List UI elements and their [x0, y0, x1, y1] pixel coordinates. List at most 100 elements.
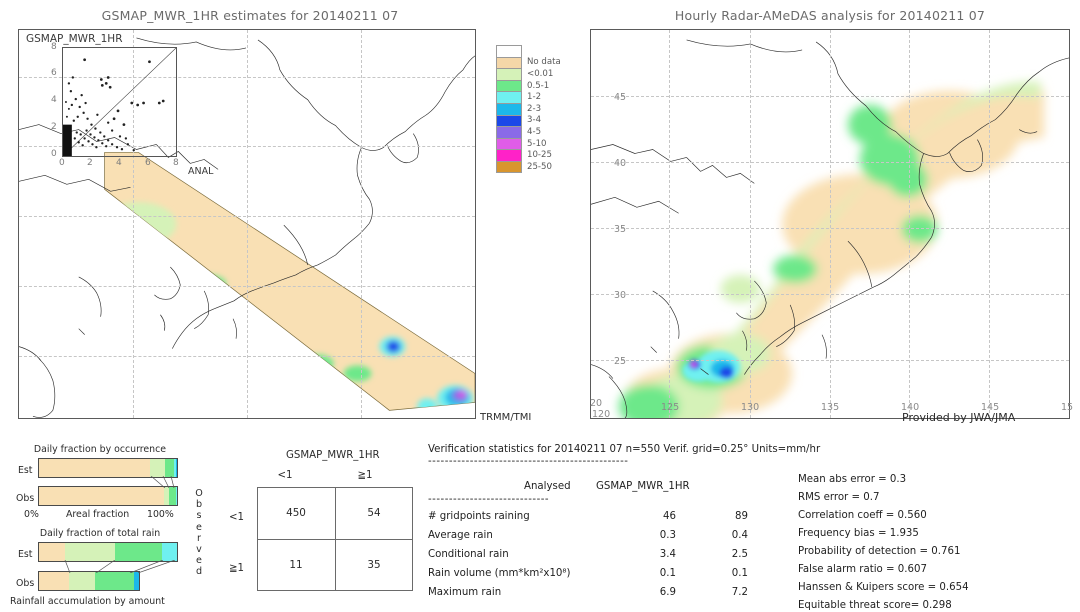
occurrence-axis-label: Areal fraction	[66, 509, 130, 520]
stats-score-6: Hanssen & Kuipers score = 0.654	[798, 582, 969, 593]
bar-segment	[134, 572, 139, 590]
colorbar-band: 1-2	[496, 91, 561, 103]
colorbar-swatch	[496, 91, 522, 103]
contingency-row-header-lt1: <1	[229, 512, 245, 523]
stats-score-0: Mean abs error = 0.3	[798, 474, 907, 485]
contingency-col-header-lt1: <1	[277, 470, 293, 481]
colorbar-label: 5-10	[527, 138, 547, 149]
stats-col-header-model: GSMAP_MWR_1HR	[596, 481, 690, 492]
observed-label-char: r	[197, 532, 201, 544]
inset-x-tick-0: 0	[59, 158, 65, 168]
colorbar-band	[496, 45, 561, 57]
occurrence-axis-min: 0%	[24, 509, 39, 520]
stats-row-model-4: 7.2	[731, 587, 748, 598]
right-grid-line	[591, 293, 1069, 295]
colorbar-swatch	[496, 137, 522, 150]
left-grid-line	[247, 30, 248, 418]
inset-y-tick-4: 4	[51, 95, 57, 105]
colorbar-band: 4-5	[496, 126, 561, 138]
stats-header: Verification statistics for 20140211 07 …	[428, 444, 821, 455]
colorbar-band: <0.01	[496, 68, 561, 80]
bar-segment	[114, 543, 162, 561]
colorbar-band: 0.5-1	[496, 79, 561, 92]
stats-row-analysed-1: 0.3	[659, 530, 676, 541]
bar-segment	[164, 459, 175, 477]
totalrain-row-label-obs: Obs	[16, 578, 35, 589]
contingency-table-title: GSMAP_MWR_1HR	[286, 450, 380, 461]
colorbar-band: 10-25	[496, 149, 561, 161]
colorbar-label: 1-2	[527, 92, 542, 103]
totalrain-row-label-est: Est	[18, 549, 33, 560]
contingency-cell-false-alarm: 54	[367, 507, 381, 519]
totalrain-chart-title: Daily fraction of total rain	[39, 528, 161, 539]
observed-label-char: v	[196, 544, 202, 556]
colorbar-label: 2-3	[527, 103, 542, 114]
bar-segment	[176, 459, 177, 477]
right-grid-line	[591, 161, 1069, 163]
contingency-row-header-ge1: ≧1	[229, 563, 245, 574]
right-lat-tick-40: 40	[614, 158, 627, 169]
colorbar-swatch	[496, 102, 522, 115]
colorbar-label: <0.01	[527, 68, 554, 79]
bar-segment	[65, 543, 115, 561]
inset-y-tick-6: 6	[51, 68, 57, 78]
contingency-cell-hit-miss: 450	[286, 507, 306, 519]
stats-row-label-3: Rain volume (mm*km²x10⁸)	[428, 568, 571, 579]
stats-row-analysed-2: 3.4	[659, 549, 676, 560]
bar-segment	[175, 487, 177, 505]
occurrence-bar-est	[38, 458, 178, 478]
right-grid-line	[591, 359, 1069, 361]
occurrence-axis-max: 100%	[147, 509, 174, 520]
occurrence-chart-title: Daily fraction by occurrence	[33, 444, 167, 455]
right-lat-tick-20: 20	[590, 398, 603, 409]
left-grid-line	[19, 286, 475, 288]
inset-plot-title: GSMAP_MWR_1HR	[26, 33, 123, 45]
left-panel-title: GSMAP_MWR_1HR estimates for 20140211 07	[101, 8, 399, 23]
stats-divider-sub: -----------------------------	[428, 494, 550, 505]
observed-label-char: O	[195, 488, 203, 499]
contingency-cell-miss: 11	[289, 559, 303, 571]
stats-row-analysed-4: 6.9	[659, 587, 676, 598]
inset-y-tick-8: 8	[51, 42, 57, 52]
occurrence-bar-obs	[38, 486, 178, 506]
colorbar-swatch	[496, 126, 522, 138]
colorbar-band: No data	[496, 56, 561, 69]
stats-score-4: Probability of detection = 0.761	[798, 546, 961, 557]
contingency-observed-label: Observed	[193, 488, 205, 578]
stats-score-2: Correlation coeff = 0.560	[798, 510, 927, 521]
left-grid-line	[361, 30, 362, 418]
totalrain-bar-obs	[38, 571, 140, 591]
stats-row-model-3: 0.1	[731, 568, 748, 579]
stats-score-7: Equitable threat score= 0.298	[798, 600, 952, 611]
right-lat-tick-45: 45	[614, 92, 627, 103]
stats-row-label-1: Average rain	[428, 530, 493, 541]
stats-score-5: False alarm ratio = 0.607	[798, 564, 927, 575]
colorbar-band: 25-50	[496, 160, 561, 173]
colorbar-label: 0.5-1	[527, 80, 550, 91]
colorbar-label: 3-4	[527, 115, 542, 126]
colorbar-swatch	[496, 68, 522, 80]
left-grid-line	[19, 355, 475, 357]
bar-segment	[95, 572, 134, 590]
occurrence-row-label-est: Est	[18, 465, 33, 476]
totalrain-leader-lines	[64, 560, 176, 573]
right-credit-label: Provided by JWA/JMA	[902, 411, 1016, 424]
bar-segment	[39, 572, 69, 590]
right-grid-line	[591, 227, 1069, 229]
right-lat-tick-30: 30	[614, 290, 627, 301]
stats-score-3: Frequency bias = 1.935	[798, 528, 919, 539]
observed-label-char: s	[196, 510, 202, 522]
observed-label-char: d	[195, 566, 203, 578]
contingency-cell-hit: 35	[367, 559, 381, 571]
inset-x-tick-8: 8	[173, 158, 179, 168]
stats-score-1: RMS error = 0.7	[798, 492, 880, 503]
left-source-label: TRMM/TMI	[480, 412, 532, 423]
right-lat-tick-35: 35	[614, 224, 627, 235]
colorbar-swatch	[496, 149, 522, 161]
right-lon-tick-120: 120	[592, 409, 611, 420]
bar-segment	[39, 487, 164, 505]
colorbar-swatch	[496, 45, 522, 57]
right-panel-title: Hourly Radar-AMeDAS analysis for 2014021…	[674, 8, 986, 23]
bar-segment	[161, 543, 177, 561]
observed-label-char: e	[196, 555, 202, 567]
